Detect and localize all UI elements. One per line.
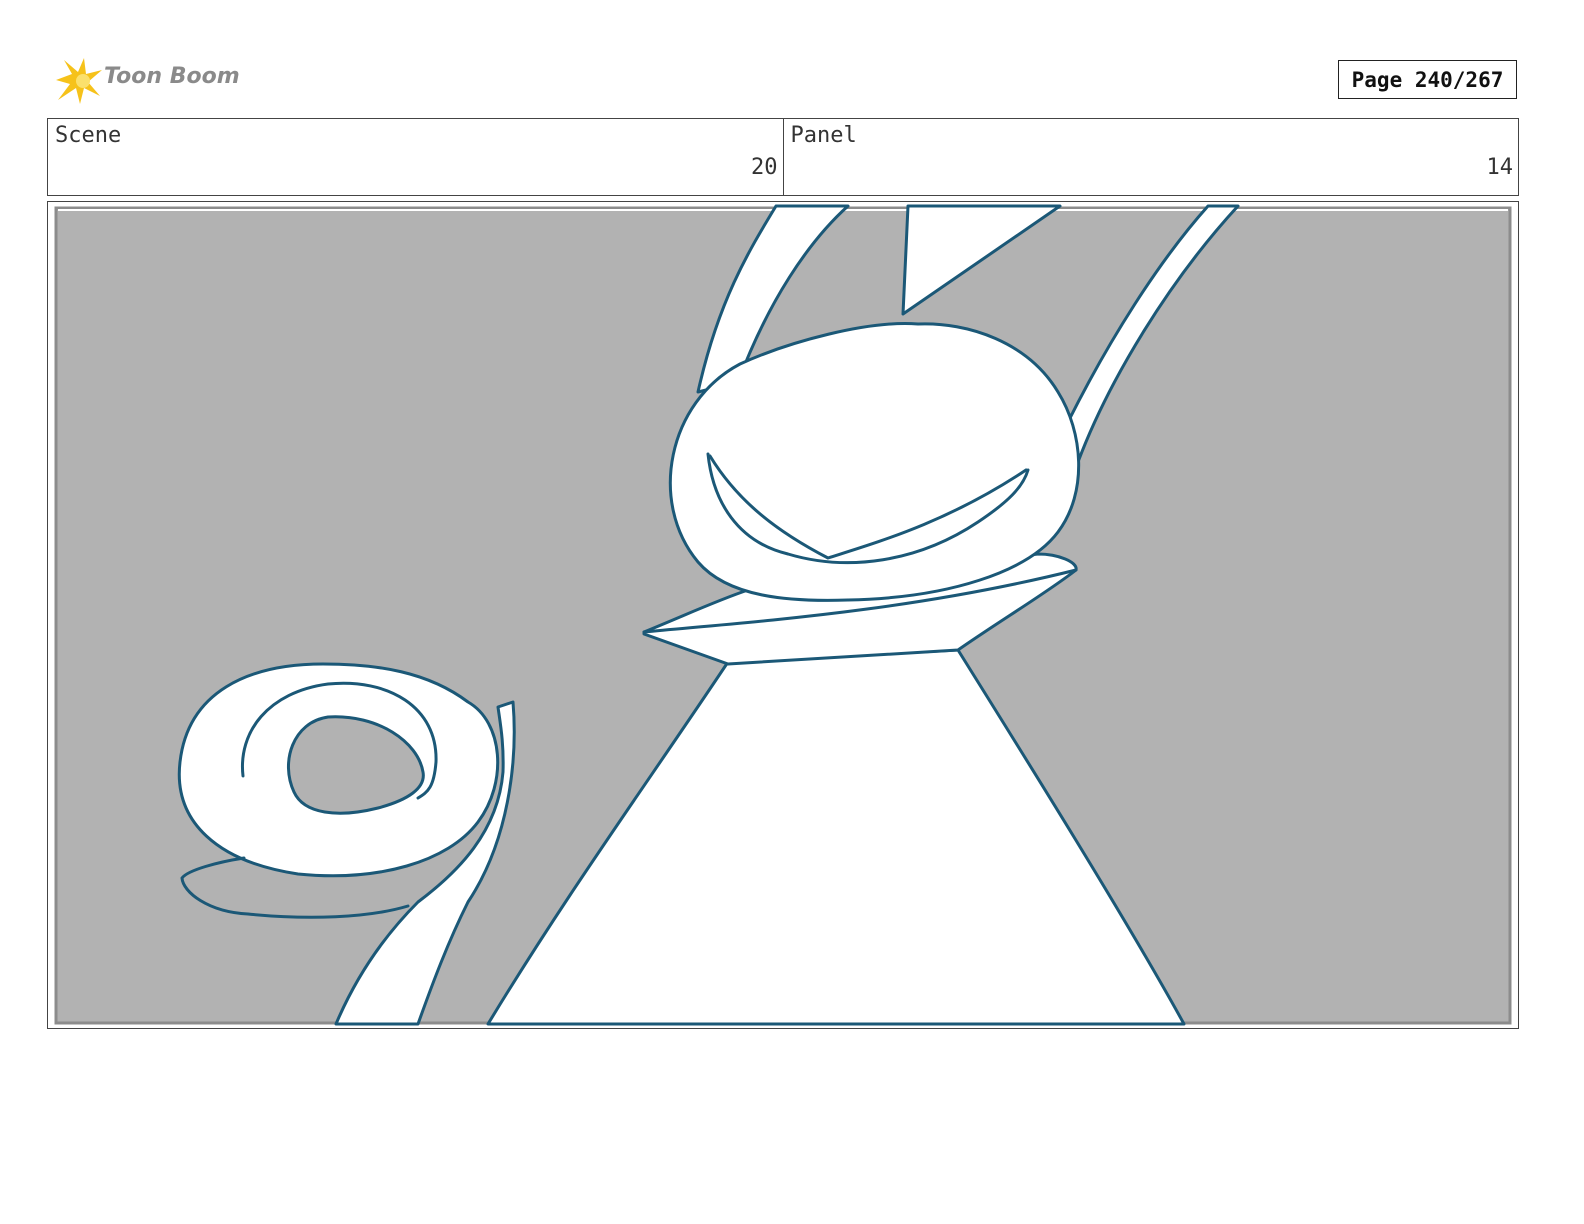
panel-number: 14 xyxy=(1486,155,1514,180)
toon-boom-star-icon xyxy=(56,58,102,104)
scene-cell: Scene 20 xyxy=(48,119,783,195)
scene-label: Scene xyxy=(55,123,122,148)
panel-label: Panel xyxy=(790,123,857,148)
scene-panel-info: Scene 20 Panel 14 xyxy=(47,118,1519,196)
storyboard-panel xyxy=(47,201,1519,1029)
panel-cell: Panel 14 xyxy=(782,119,1519,195)
toon-boom-logo: Toon Boom xyxy=(50,56,250,106)
page-number: Page 240/267 xyxy=(1338,60,1517,99)
panel-sketch xyxy=(54,204,1512,1026)
logo-text: Toon Boom xyxy=(104,64,240,89)
scene-number: 20 xyxy=(751,155,778,180)
